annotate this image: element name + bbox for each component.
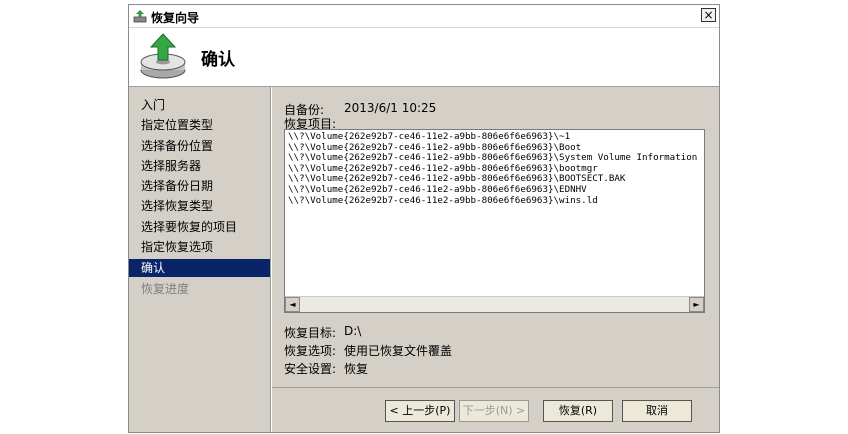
wizard-header: 确认 (129, 28, 719, 87)
wizard-steps-nav: 入门 指定位置类型 选择备份位置 选择服务器 选择备份日期 选择恢复类型 选择要… (129, 87, 270, 432)
page-title: 确认 (201, 50, 235, 70)
step-recovery-options: 指定恢复选项 (141, 240, 214, 254)
restore-disk-icon (140, 33, 186, 79)
option-label: 恢复选项: (284, 344, 337, 358)
restore-app-icon (133, 10, 147, 23)
list-item[interactable]: \\?\Volume{262e92b7-ce46-11e2-a9bb-806e6… (288, 184, 700, 196)
restore-button[interactable]: 恢复(R) (543, 400, 613, 422)
recovery-items-list[interactable]: \\?\Volume{262e92b7-ce46-11e2-a9bb-806e6… (284, 129, 705, 313)
scroll-left-icon[interactable]: ◄ (285, 297, 300, 312)
button-divider (272, 387, 719, 388)
option-value: 使用已恢复文件覆盖 (344, 344, 453, 358)
recovery-items-rows: \\?\Volume{262e92b7-ce46-11e2-a9bb-806e6… (288, 132, 700, 292)
close-button[interactable]: × (701, 8, 716, 22)
scroll-right-icon[interactable]: ► (689, 297, 704, 312)
cancel-button[interactable]: 取消 (622, 400, 692, 422)
horizontal-scrollbar[interactable]: ◄ ► (285, 296, 704, 312)
list-item[interactable]: \\?\Volume{262e92b7-ce46-11e2-a9bb-806e6… (288, 132, 700, 143)
backup-value: 2013/6/1 10:25 (344, 101, 437, 115)
back-button[interactable]: < 上一步(P) (385, 400, 455, 422)
security-label: 安全设置: (284, 362, 337, 376)
step-select-items: 选择要恢复的项目 (141, 220, 238, 234)
confirmation-panel: 自备份: 2013/6/1 10:25 恢复项目: \\?\Volume{262… (272, 87, 719, 432)
step-select-server: 选择服务器 (141, 159, 202, 173)
step-recovery-type: 选择恢复类型 (141, 199, 214, 213)
window-title: 恢复向导 (151, 11, 200, 25)
step-recovery-progress: 恢复进度 (141, 282, 190, 296)
step-backup-date: 选择备份日期 (141, 179, 214, 193)
target-label: 恢复目标: (284, 326, 337, 340)
title-bar: 恢复向导 × (129, 5, 719, 28)
step-getting-started: 入门 (141, 98, 166, 112)
step-backup-location: 选择备份位置 (141, 139, 214, 153)
target-value: D:\ (344, 324, 362, 338)
restore-wizard-window: 恢复向导 × 确认 入门 指定位置类型 选择备份位置 选择服务器 选择备份日期 … (128, 4, 720, 433)
step-location-type: 指定位置类型 (141, 118, 214, 132)
step-confirmation: 确认 (129, 259, 270, 277)
list-item[interactable]: \\?\Volume{262e92b7-ce46-11e2-a9bb-806e6… (288, 195, 700, 207)
security-value: 恢复 (344, 362, 369, 376)
next-button[interactable]: 下一步(N) > (459, 400, 529, 422)
wizard-body: 入门 指定位置类型 选择备份位置 选择服务器 选择备份日期 选择恢复类型 选择要… (129, 87, 719, 432)
